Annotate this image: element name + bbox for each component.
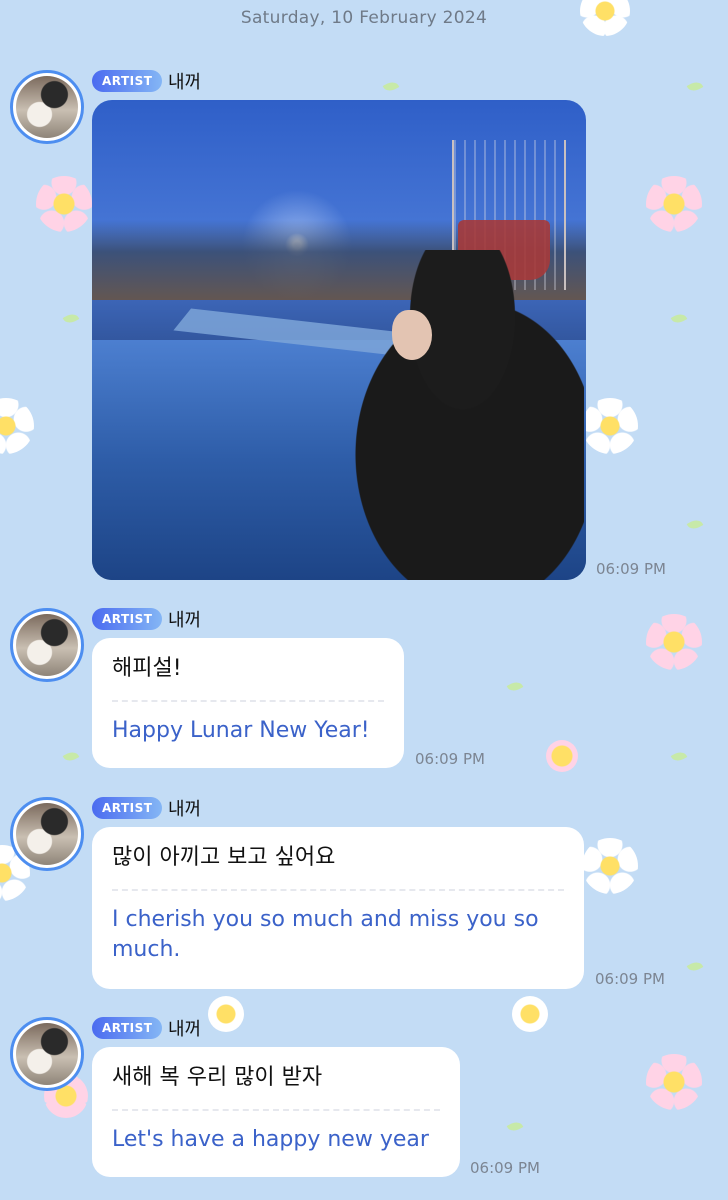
leaf-decoration xyxy=(506,1119,524,1134)
flower-decoration xyxy=(0,398,34,454)
flower-decoration xyxy=(512,996,548,1032)
message-bubble[interactable]: 새해 복 우리 많이 받자 Let's have a happy new yea… xyxy=(92,1047,460,1177)
sender-name: 내꺼 xyxy=(168,72,202,93)
message-bubble[interactable]: 해피설! Happy Lunar New Year! xyxy=(92,638,404,768)
leaf-decoration xyxy=(686,517,704,532)
artist-badge: ARTIST xyxy=(92,70,163,92)
artist-badge: ARTIST xyxy=(92,1017,163,1039)
flower-decoration xyxy=(36,176,92,232)
flower-decoration xyxy=(646,614,702,670)
leaf-decoration xyxy=(686,79,704,94)
avatar[interactable] xyxy=(10,797,84,871)
sender-name: 내꺼 xyxy=(168,610,202,631)
leaf-decoration xyxy=(506,679,524,694)
leaf-decoration xyxy=(670,311,688,326)
message-timestamp: 06:09 PM xyxy=(596,560,666,578)
sender-name: 내꺼 xyxy=(168,799,202,820)
message-original-text: 새해 복 우리 많이 받자 xyxy=(112,1065,323,1090)
flower-decoration xyxy=(546,740,578,772)
message-translation-text: I cherish you so much and miss you so mu… xyxy=(112,907,539,962)
flower-decoration xyxy=(208,996,244,1032)
sender-name: 내꺼 xyxy=(168,1019,202,1040)
message-timestamp: 06:09 PM xyxy=(470,1159,540,1177)
avatar[interactable] xyxy=(10,1017,84,1091)
message-timestamp: 06:09 PM xyxy=(415,750,485,768)
photo-attachment[interactable] xyxy=(92,100,586,580)
leaf-decoration xyxy=(686,959,704,974)
artist-badge: ARTIST xyxy=(92,608,163,630)
avatar[interactable] xyxy=(10,70,84,144)
avatar[interactable] xyxy=(10,608,84,682)
message-timestamp: 06:09 PM xyxy=(595,970,665,988)
leaf-decoration xyxy=(670,749,688,764)
message-bubble[interactable]: 많이 아끼고 보고 싶어요 I cherish you so much and … xyxy=(92,827,584,989)
leaf-decoration xyxy=(62,311,80,326)
flower-decoration xyxy=(646,1054,702,1110)
flower-decoration xyxy=(582,838,638,894)
date-separator: Saturday, 10 February 2024 xyxy=(240,8,488,28)
flower-decoration xyxy=(582,398,638,454)
message-translation-text: Happy Lunar New Year! xyxy=(112,718,370,743)
flower-decoration xyxy=(646,176,702,232)
leaf-decoration xyxy=(382,79,400,94)
message-original-text: 해피설! xyxy=(112,656,182,681)
message-original-text: 많이 아끼고 보고 싶어요 xyxy=(112,845,336,870)
artist-badge: ARTIST xyxy=(92,797,163,819)
message-translation-text: Let's have a happy new year xyxy=(112,1127,429,1152)
leaf-decoration xyxy=(62,749,80,764)
